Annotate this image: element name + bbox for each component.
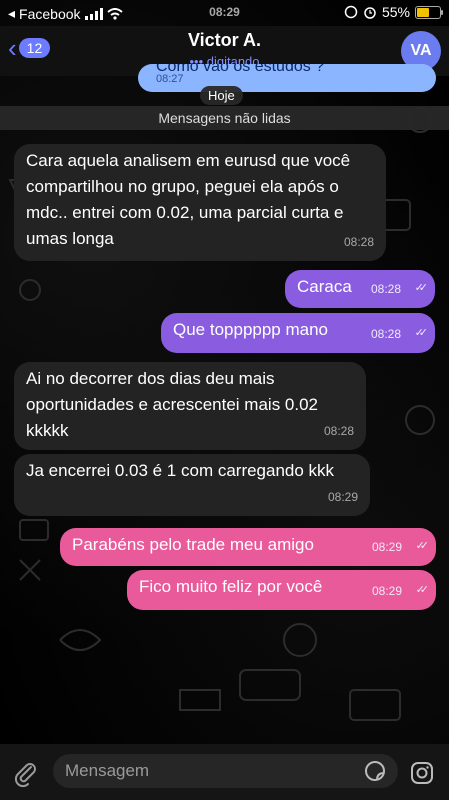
double-check-icon: ✓✓: [415, 540, 430, 552]
double-check-icon: ✓✓: [414, 282, 429, 294]
message-composer: Mensagem: [0, 744, 449, 800]
contact-name[interactable]: Victor A.: [0, 30, 449, 51]
paperclip-icon[interactable]: [12, 760, 40, 788]
instagram-icon[interactable]: [410, 761, 434, 785]
incoming-message[interactable]: Cara aquela analisem em eurusd que você …: [14, 144, 386, 261]
outgoing-message[interactable]: Fico muito feliz por você 08:29 ✓✓: [127, 570, 436, 610]
incoming-message[interactable]: Ai no decorrer dos dias deu mais oportun…: [14, 362, 366, 450]
status-bar: ◂ Facebook 08:29 55%: [0, 0, 449, 26]
outgoing-message[interactable]: Que topppppp mano 08:28 ✓✓: [161, 313, 435, 353]
outgoing-message[interactable]: Parabéns pelo trade meu amigo 08:29 ✓✓: [60, 528, 436, 566]
unread-divider: Mensagens não lidas: [0, 106, 449, 130]
double-check-icon: ✓✓: [415, 584, 430, 596]
message-input[interactable]: Mensagem: [53, 754, 398, 788]
alarm-icon: [364, 7, 376, 19]
date-chip: Hoje: [200, 86, 243, 105]
double-check-icon: ✓✓: [414, 327, 429, 339]
battery-percent: 55%: [381, 4, 410, 20]
incoming-message[interactable]: Ja encerrei 0.03 é 1 com carregando kkk …: [14, 454, 370, 516]
partial-outgoing-message[interactable]: Como vão os estudos ? 08:27: [138, 64, 436, 92]
battery-fill: [417, 7, 429, 17]
battery-icon: [415, 5, 443, 19]
sticker-icon[interactable]: [364, 760, 386, 782]
lock-rotation-icon: [344, 5, 358, 19]
outgoing-message[interactable]: Caraca 08:28 ✓✓: [285, 270, 435, 308]
